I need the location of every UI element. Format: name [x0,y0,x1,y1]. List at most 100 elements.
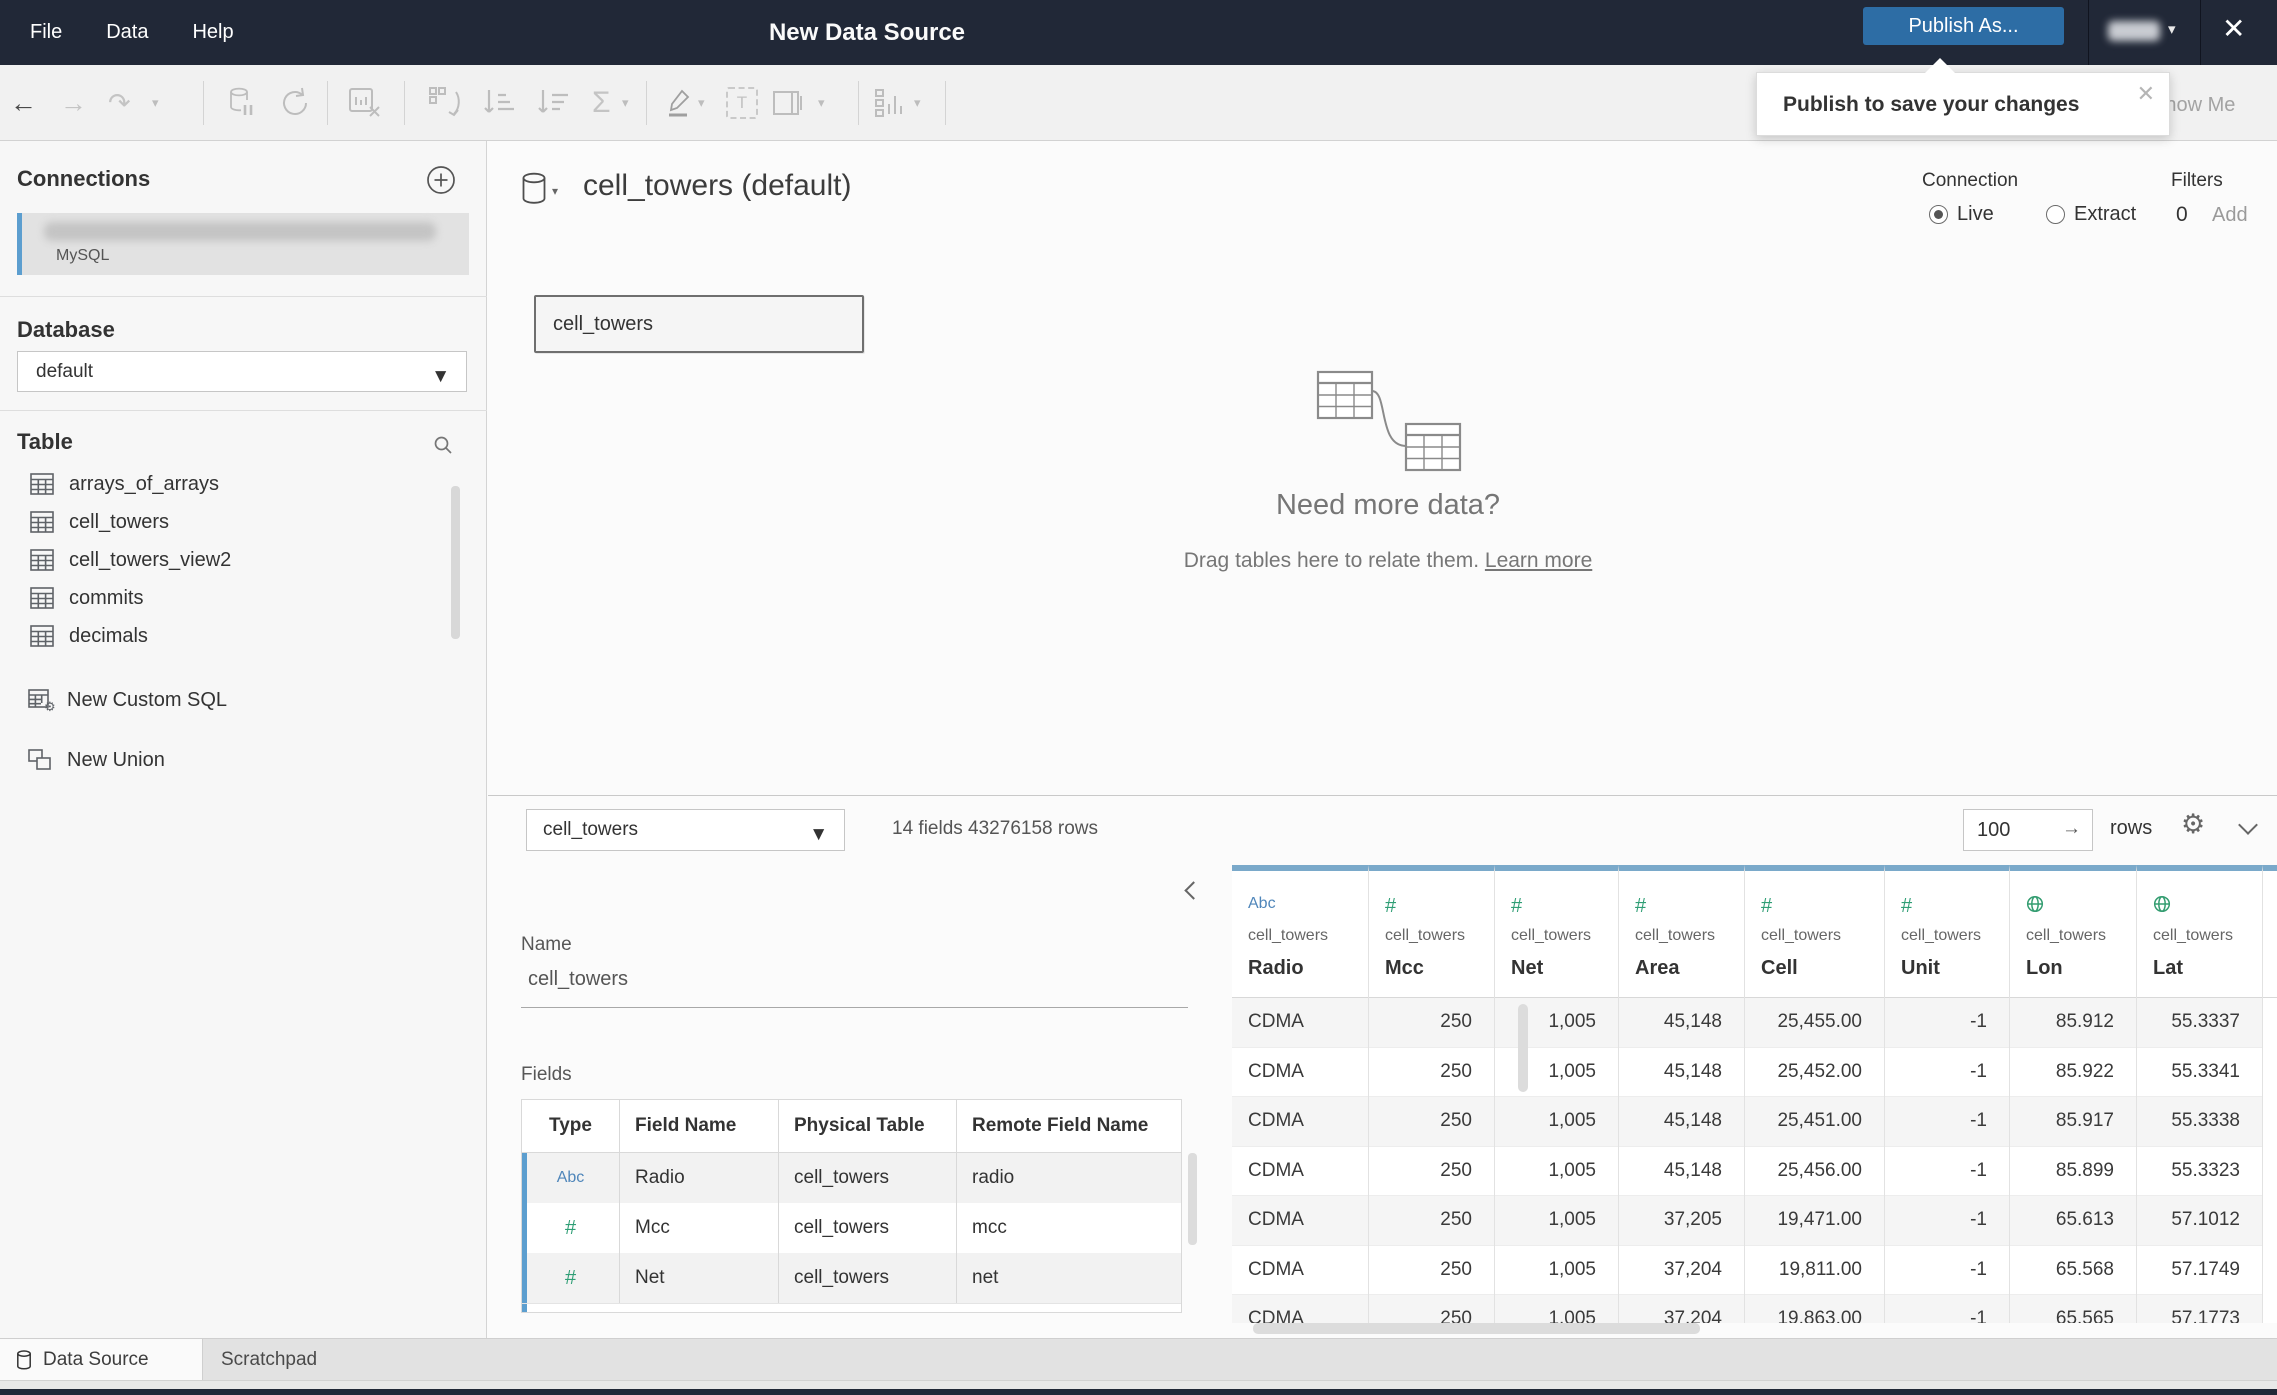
grid-cell[interactable]: 19,811.00 [1745,1246,1884,1295]
collapse-panel-icon[interactable] [1184,881,1203,900]
sort-ascending-icon[interactable] [482,65,516,141]
grid-cell[interactable]: 65.565 [2010,1295,2136,1323]
pause-updates-icon[interactable] [228,65,256,141]
grid-cell[interactable]: 85.912 [2010,998,2136,1048]
grid-cell[interactable]: 250 [1369,1147,1494,1196]
grid-cell[interactable]: 25,456.00 [1745,1147,1884,1196]
swap-rows-columns-icon[interactable] [428,65,464,141]
grid-cell[interactable]: 1,005 [1495,1097,1618,1147]
grid-cell[interactable]: 57.1749 [2137,1246,2262,1295]
replay-icon[interactable]: ↷ [108,65,131,141]
refresh-icon[interactable] [278,65,312,141]
grid-cell[interactable]: 19,863.00 [1745,1295,1884,1323]
row-count-field[interactable]: → [1963,809,2093,851]
grid-column-header[interactable]: Abc cell_towers Radio [1232,871,1368,998]
field-row-Net[interactable]: # Net cell_towers net [522,1253,1181,1303]
grid-cell[interactable]: CDMA [1232,1097,1368,1147]
search-icon[interactable] [432,434,454,461]
grid-cell[interactable]: 250 [1369,1246,1494,1295]
gear-icon[interactable]: ⚙ [2181,809,2205,840]
grid-cell[interactable]: 85.917 [2010,1097,2136,1147]
grid-cell[interactable]: 25,451.00 [1745,1097,1884,1147]
redo-icon[interactable]: → [60,65,87,141]
grid-cell[interactable]: 1,005 [1495,1246,1618,1295]
publish-as-button[interactable]: Publish As... [1863,7,2064,45]
grid-cell[interactable]: -1 [1885,1048,2009,1097]
show-me-icon[interactable] [874,65,904,141]
clear-sheet-icon[interactable] [348,65,382,141]
show-me-caret-icon[interactable]: ▾ [914,65,921,141]
chevron-down-icon[interactable]: ▾ [552,184,558,198]
chevron-down-icon[interactable] [2238,815,2258,835]
grid-cell[interactable]: 250 [1369,1097,1494,1147]
tab-scratchpad[interactable]: Scratchpad [203,1339,513,1381]
learn-more-link[interactable]: Learn more [1485,549,1592,572]
grid-cell[interactable]: 55.3338 [2137,1097,2262,1147]
replay-caret-icon[interactable]: ▾ [152,65,159,141]
grid-cell[interactable]: 37,205 [1619,1196,1744,1246]
datasource-icon[interactable] [521,172,548,210]
grid-cell[interactable]: 85.922 [2010,1048,2136,1097]
grid-cell[interactable]: 45,148 [1619,1147,1744,1196]
totals-icon[interactable]: Σ [592,65,611,141]
tab-data-source[interactable]: Data Source [0,1339,203,1381]
grid-horizontal-scrollbar[interactable] [1253,1323,1700,1334]
fields-table-scrollbar[interactable] [1188,1153,1197,1245]
table-list-scrollbar[interactable] [451,486,460,639]
apply-row-count-icon[interactable]: → [2062,818,2081,840]
field-row-Radio[interactable]: Abc Radio cell_towers radio [522,1153,1181,1203]
close-icon[interactable]: ✕ [2137,81,2155,107]
grid-cell[interactable]: 55.3323 [2137,1147,2262,1196]
connection-extract-radio[interactable]: Extract [2046,203,2136,226]
grid-cell[interactable]: 25,452.00 [1745,1048,1884,1097]
grid-cell[interactable]: 45,148 [1619,1048,1744,1097]
grid-cell[interactable]: 55.3341 [2137,1048,2262,1097]
grid-cell[interactable]: 45,148 [1619,1097,1744,1147]
new-union-button[interactable]: New Union [0,741,487,779]
grid-cell[interactable]: 250 [1369,1048,1494,1097]
sidebar-table-item-cell_towers_view2[interactable]: cell_towers_view2 [0,541,487,579]
highlight-icon[interactable] [666,65,692,141]
user-menu[interactable] [2108,21,2160,41]
grid-column-header[interactable]: # cell_towers Mcc [1369,871,1494,998]
grid-cell[interactable]: 250 [1369,1295,1494,1323]
grid-cell[interactable]: 1,005 [1495,1147,1618,1196]
grid-column-header[interactable]: # cell_towers Area [1619,871,1744,998]
grid-cell[interactable]: -1 [1885,1097,2009,1147]
grid-cell[interactable]: 57.1012 [2137,1196,2262,1246]
preview-table-select[interactable]: cell_towers ▼ [526,809,845,851]
grid-cell[interactable]: -1 [1885,1295,2009,1323]
grid-cell[interactable]: 1,005 [1495,1295,1618,1323]
field-row-Mcc[interactable]: # Mcc cell_towers mcc [522,1203,1181,1253]
grid-column-header[interactable]: # cell_towers Cell [1745,871,1884,998]
grid-cell[interactable]: CDMA [1232,1295,1368,1323]
grid-cell[interactable]: 19,471.00 [1745,1196,1884,1246]
grid-cell[interactable]: CDMA [1232,1246,1368,1295]
grid-cell[interactable]: CDMA [1232,998,1368,1048]
grid-cell[interactable]: -1 [1885,1246,2009,1295]
grid-cell[interactable]: 25,455.00 [1745,998,1884,1048]
grid-cell[interactable]: 1,005 [1495,1196,1618,1246]
menu-data[interactable]: Data [106,21,148,44]
grid-cell[interactable]: 37,204 [1619,1246,1744,1295]
grid-cell[interactable]: 65.613 [2010,1196,2136,1246]
grid-cell[interactable]: -1 [1885,1147,2009,1196]
grid-cell[interactable]: CDMA [1232,1196,1368,1246]
add-connection-icon[interactable] [426,165,456,200]
grid-cell[interactable]: 55.3337 [2137,998,2262,1048]
text-label-icon[interactable]: T [726,65,758,141]
grid-cell[interactable]: 37,204 [1619,1295,1744,1323]
grid-cell[interactable]: -1 [1885,998,2009,1048]
sidebar-table-item-decimals[interactable]: decimals [0,617,487,655]
grid-column-header[interactable]: # cell_towers Net [1495,871,1618,998]
grid-cell[interactable]: 250 [1369,1196,1494,1246]
connection-item[interactable]: MySQL [17,213,469,275]
totals-caret-icon[interactable]: ▾ [622,65,629,141]
container-caret-icon[interactable]: ▾ [818,65,825,141]
grid-column-header[interactable]: cell_towers Lon [2010,871,2136,998]
menu-file[interactable]: File [30,21,62,44]
grid-cell[interactable]: 1,005 [1495,1048,1618,1097]
sidebar-table-item-arrays_of_arrays[interactable]: arrays_of_arrays [0,465,487,503]
grid-cell[interactable]: CDMA [1232,1048,1368,1097]
new-custom-sql-button[interactable]: ⚙ New Custom SQL [0,681,487,719]
